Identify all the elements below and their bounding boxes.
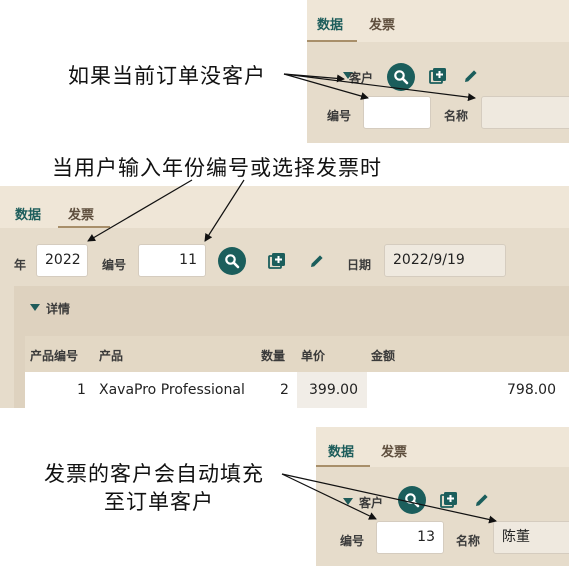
collapse-triangle-icon[interactable] [343,498,353,505]
tab-data[interactable]: 数据 [317,14,343,33]
annotation-auto-fill-line2: 至订单客户 [104,490,214,514]
middle-tab-bar: 数据 发票 [0,186,569,228]
details-label: 详情 [46,302,71,316]
cell-product-number: 1 [77,382,86,398]
date-label: 日期 [347,258,372,272]
table-row[interactable]: 1 XavaPro Professional 2 399.00 798.00 [25,372,569,408]
add-new-icon[interactable] [268,252,286,270]
cell-amount: 798.00 [507,382,556,398]
tab-data[interactable]: 数据 [15,204,41,223]
search-button[interactable] [218,247,246,275]
customer-name-field: 陈董 [493,521,569,554]
top-panel: 数据 发票 客户 编号 名称 [307,0,569,143]
search-button[interactable] [387,63,415,91]
customer-section-label: 客户 [349,71,374,85]
year-label: 年 [14,258,27,272]
search-icon [405,493,420,508]
annotation-no-customer: 如果当前订单没客户 [68,64,266,88]
name-label: 名称 [456,534,481,548]
customer-number-input[interactable] [363,96,431,129]
search-icon [394,70,409,85]
middle-panel: 数据 发票 年 2022 编号 11 日期 2022/9/19 详情 产品编号 … [0,186,569,408]
tab-invoice[interactable]: 发票 [381,441,407,460]
table-header: 产品编号 产品 数量 单价 金额 [25,336,569,372]
col-header-amount: 金额 [371,349,396,363]
col-header-quantity: 数量 [261,349,286,363]
annotation-enter-year-number: 当用户输入年份编号或选择发票时 [52,156,382,180]
number-label: 编号 [102,258,127,272]
customer-number-input[interactable]: 13 [376,521,444,554]
add-new-icon[interactable] [440,491,458,509]
edit-pencil-icon[interactable] [463,68,479,84]
customer-name-field [481,96,569,129]
invoice-number-input[interactable]: 11 [138,244,206,277]
add-new-icon[interactable] [429,67,447,85]
year-input[interactable]: 2022 [36,244,88,277]
date-field: 2022/9/19 [384,244,506,277]
search-button[interactable] [398,486,426,514]
bottom-tab-bar: 数据 发票 [316,427,569,467]
tab-data[interactable]: 数据 [328,441,354,460]
edit-pencil-icon[interactable] [309,253,325,269]
tab-underline [307,40,357,42]
annotation-auto-fill-line1: 发票的客户会自动填充 [44,462,264,486]
search-icon [225,254,240,269]
col-header-product: 产品 [99,349,124,363]
tab-underline [58,226,110,228]
cell-quantity: 2 [280,382,289,398]
bottom-panel: 数据 发票 客户 编号 13 名称 陈董 [316,427,569,566]
number-label: 编号 [340,534,365,548]
edit-pencil-icon[interactable] [474,492,490,508]
cell-product: XavaPro Professional [99,382,245,398]
customer-section-label: 客户 [359,496,384,510]
cell-unit-price: 399.00 [309,382,358,398]
tab-underline [316,465,370,467]
tab-invoice[interactable]: 发票 [369,14,395,33]
col-header-product-number: 产品编号 [30,349,79,363]
name-label: 名称 [444,109,469,123]
number-label: 编号 [327,109,352,123]
top-tab-bar: 数据 发票 [307,0,569,42]
tab-invoice[interactable]: 发票 [68,204,94,223]
col-header-unit-price: 单价 [301,349,326,363]
collapse-triangle-icon[interactable] [30,304,40,311]
